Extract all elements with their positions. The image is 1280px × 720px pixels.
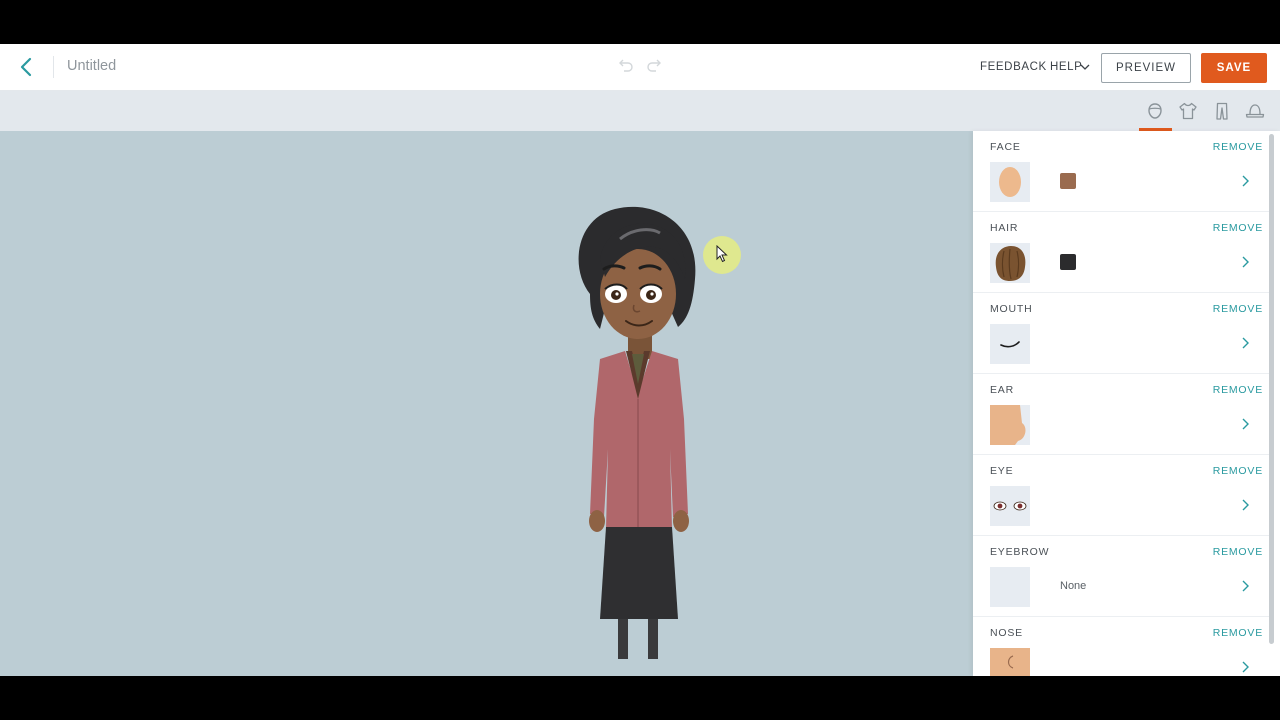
help-label: HELP (1050, 61, 1083, 73)
eye-remove-button[interactable]: REMOVE (1213, 465, 1263, 477)
mouth-section: MOUTH REMOVE (973, 293, 1269, 374)
category-tab-head[interactable] (1144, 100, 1166, 122)
ear-thumbnail[interactable] (990, 405, 1030, 445)
chevron-right-icon[interactable] (1241, 175, 1249, 187)
section-label: FACE (990, 141, 1021, 153)
chevron-down-icon (1080, 64, 1090, 70)
top-bar: Untitled FEEDBACK HELP PREVIEW SAVE (0, 44, 1280, 91)
hat-icon (1245, 104, 1265, 118)
chevron-left-icon (20, 57, 32, 77)
ear-remove-button[interactable]: REMOVE (1213, 384, 1263, 396)
face-section: FACE REMOVE (973, 131, 1269, 212)
redo-icon (647, 59, 661, 72)
properties-panel: FACE REMOVE HAIR REMOVE MOUTH REMOVE EAR… (973, 131, 1280, 676)
save-button[interactable]: SAVE (1201, 53, 1267, 83)
hair-section: HAIR REMOVE (973, 212, 1269, 293)
eyebrow-remove-button[interactable]: REMOVE (1213, 546, 1263, 558)
section-label: HAIR (990, 222, 1019, 234)
mouse-pointer-icon (716, 245, 728, 263)
hair-thumbnail[interactable] (990, 243, 1030, 283)
chevron-right-icon[interactable] (1241, 580, 1249, 592)
back-button[interactable] (14, 54, 40, 80)
panel-scrollbar[interactable] (1269, 134, 1274, 644)
character-stage[interactable] (0, 131, 973, 676)
ear-section: EAR REMOVE (973, 374, 1269, 455)
hair-remove-button[interactable]: REMOVE (1213, 222, 1263, 234)
header-divider (53, 56, 54, 78)
face-remove-button[interactable]: REMOVE (1213, 141, 1263, 153)
face-thumbnail[interactable] (990, 162, 1030, 202)
letterbox-bottom (0, 676, 1280, 720)
category-tab-bottom[interactable] (1211, 100, 1233, 122)
help-menu[interactable]: HELP (1050, 61, 1090, 73)
shirt-icon (1179, 102, 1197, 120)
nose-section: NOSE REMOVE (973, 617, 1269, 676)
feedback-link[interactable]: FEEDBACK (980, 61, 1047, 73)
project-title[interactable]: Untitled (67, 58, 116, 74)
redo-button[interactable] (646, 58, 664, 74)
mouth-remove-button[interactable]: REMOVE (1213, 303, 1263, 315)
hair-color-swatch[interactable] (1060, 254, 1076, 270)
eyebrow-value: None (1060, 580, 1087, 592)
character-figure[interactable] (560, 199, 720, 659)
nose-thumbnail[interactable] (990, 648, 1030, 676)
category-tab-accessory[interactable] (1244, 100, 1266, 122)
mouth-thumbnail[interactable] (990, 324, 1030, 364)
chevron-right-icon[interactable] (1241, 337, 1249, 349)
section-label: NOSE (990, 627, 1023, 639)
eyebrow-thumbnail[interactable] (990, 567, 1030, 607)
chevron-right-icon[interactable] (1241, 418, 1249, 430)
preview-button[interactable]: PREVIEW (1101, 53, 1191, 83)
chevron-right-icon[interactable] (1241, 499, 1249, 511)
head-icon (1148, 103, 1162, 119)
eyebrow-section: EYEBROW REMOVE None (973, 536, 1269, 617)
section-label: EYE (990, 465, 1014, 477)
letterbox-top (0, 0, 1280, 44)
undo-button[interactable] (616, 58, 634, 74)
face-color-swatch[interactable] (1060, 173, 1076, 189)
section-label: EYEBROW (990, 546, 1050, 558)
category-bar (0, 91, 1280, 131)
category-tab-top[interactable] (1177, 100, 1199, 122)
section-label: MOUTH (990, 303, 1033, 315)
nose-remove-button[interactable]: REMOVE (1213, 627, 1263, 639)
chevron-right-icon[interactable] (1241, 661, 1249, 673)
chevron-right-icon[interactable] (1241, 256, 1249, 268)
pants-icon (1216, 102, 1228, 120)
undo-icon (619, 59, 633, 72)
section-label: EAR (990, 384, 1014, 396)
eye-thumbnail[interactable] (990, 486, 1030, 526)
eye-section: EYE REMOVE (973, 455, 1269, 536)
